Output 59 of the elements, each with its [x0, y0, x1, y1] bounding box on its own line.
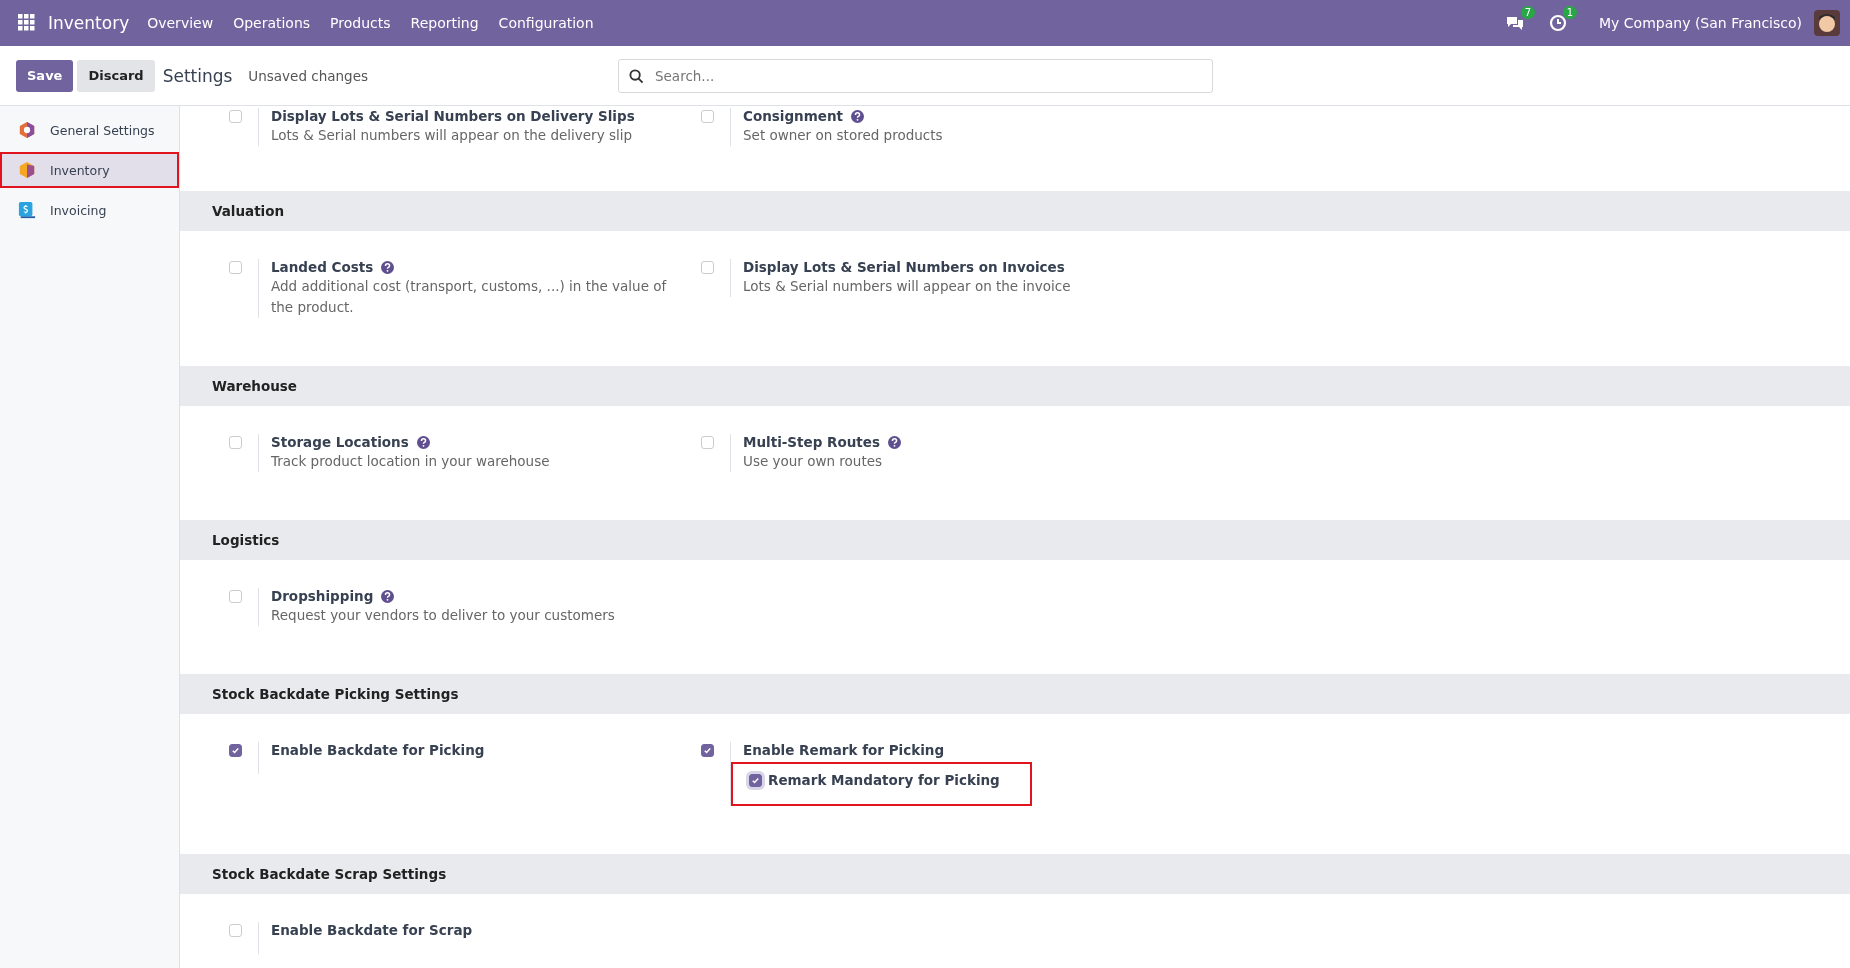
unsaved-status: Unsaved changes [248, 67, 368, 84]
menu-item[interactable]: Operations [233, 15, 311, 31]
help-icon[interactable] [381, 589, 395, 603]
breadcrumb-title: Settings [162, 65, 233, 86]
section-header: Stock Backdate Scrap Settings [180, 854, 1850, 894]
section-header: Warehouse [180, 366, 1850, 406]
setting-label: Display Lots & Serial Numbers on Delivery Slips [271, 108, 635, 124]
setting-description: Lots & Serial numbers will appear on the delivery slip [271, 126, 634, 145]
setting-label: Consignment [743, 108, 844, 124]
save-button[interactable]: Save [16, 59, 74, 92]
setting-description: Track product location in your warehouse [271, 452, 550, 471]
checkbox[interactable] [749, 773, 762, 787]
app-name[interactable]: Inventory [48, 13, 130, 33]
setting-label: Multi-Step Routes [743, 434, 880, 450]
menu-item[interactable]: Reporting [410, 15, 479, 31]
setting-label: Storage Locations [271, 434, 409, 450]
apps-menu-icon[interactable] [18, 14, 36, 32]
check-icon [751, 775, 760, 785]
section-header: Logistics [180, 520, 1850, 560]
search-field[interactable]: Search... [618, 58, 1213, 93]
section-header: Stock Backdate Picking Settings [180, 674, 1850, 714]
setting-description: Use your own routes [743, 452, 883, 471]
company-switcher[interactable]: My Company (San Francisco) [1599, 15, 1802, 31]
setting-label: Enable Remark for Picking [743, 742, 945, 758]
setting-label: Dropshipping [271, 588, 374, 604]
checkbox[interactable] [701, 744, 714, 757]
help-icon[interactable] [416, 435, 430, 449]
search-icon [629, 68, 644, 84]
count-badge: 1 [1562, 6, 1578, 19]
setting-label: Enable Backdate for Scrap [271, 922, 473, 938]
section-header: Valuation [180, 191, 1850, 231]
setting-label: Landed Costs [271, 259, 374, 275]
sidebar-item[interactable]: Invoicing [0, 192, 179, 228]
setting-description: Lots & Serial numbers will appear on the invoice [743, 277, 1071, 296]
help-icon[interactable] [381, 260, 395, 274]
discard-button[interactable]: Discard [77, 59, 155, 92]
cube-icon [18, 161, 36, 179]
menu-item[interactable]: Overview [147, 15, 214, 31]
check-icon [703, 746, 712, 755]
check-icon [231, 746, 240, 755]
help-icon[interactable] [851, 109, 865, 123]
chat-bubbles-icon[interactable] [1505, 14, 1526, 32]
checkbox[interactable] [229, 744, 242, 757]
sidebar-item[interactable]: Inventory [0, 152, 179, 188]
setting-description: Request your vendors to deliver to your customers [271, 606, 615, 625]
setting-label: Enable Backdate for Picking [271, 742, 485, 758]
help-icon[interactable] [888, 435, 901, 449]
sub-option[interactable]: Remark Mandatory for Picking [731, 762, 1032, 806]
hexagon-icon [18, 121, 36, 139]
setting-label: Display Lots & Serial Numbers on Invoices [743, 259, 1065, 275]
menu-item[interactable]: Products [330, 15, 391, 31]
sidebar-item[interactable]: General Settings [0, 112, 179, 148]
avatar-icon[interactable] [1814, 10, 1840, 36]
setting-description: Add additional cost (transport, customs, ...) in the value of the product. [271, 277, 668, 317]
invoice-icon [18, 201, 36, 219]
menu-item[interactable]: Configuration [498, 15, 594, 31]
count-badge: 7 [1520, 6, 1536, 19]
setting-description: Set owner on stored products [743, 126, 943, 145]
clock-icon[interactable] [1549, 14, 1568, 32]
